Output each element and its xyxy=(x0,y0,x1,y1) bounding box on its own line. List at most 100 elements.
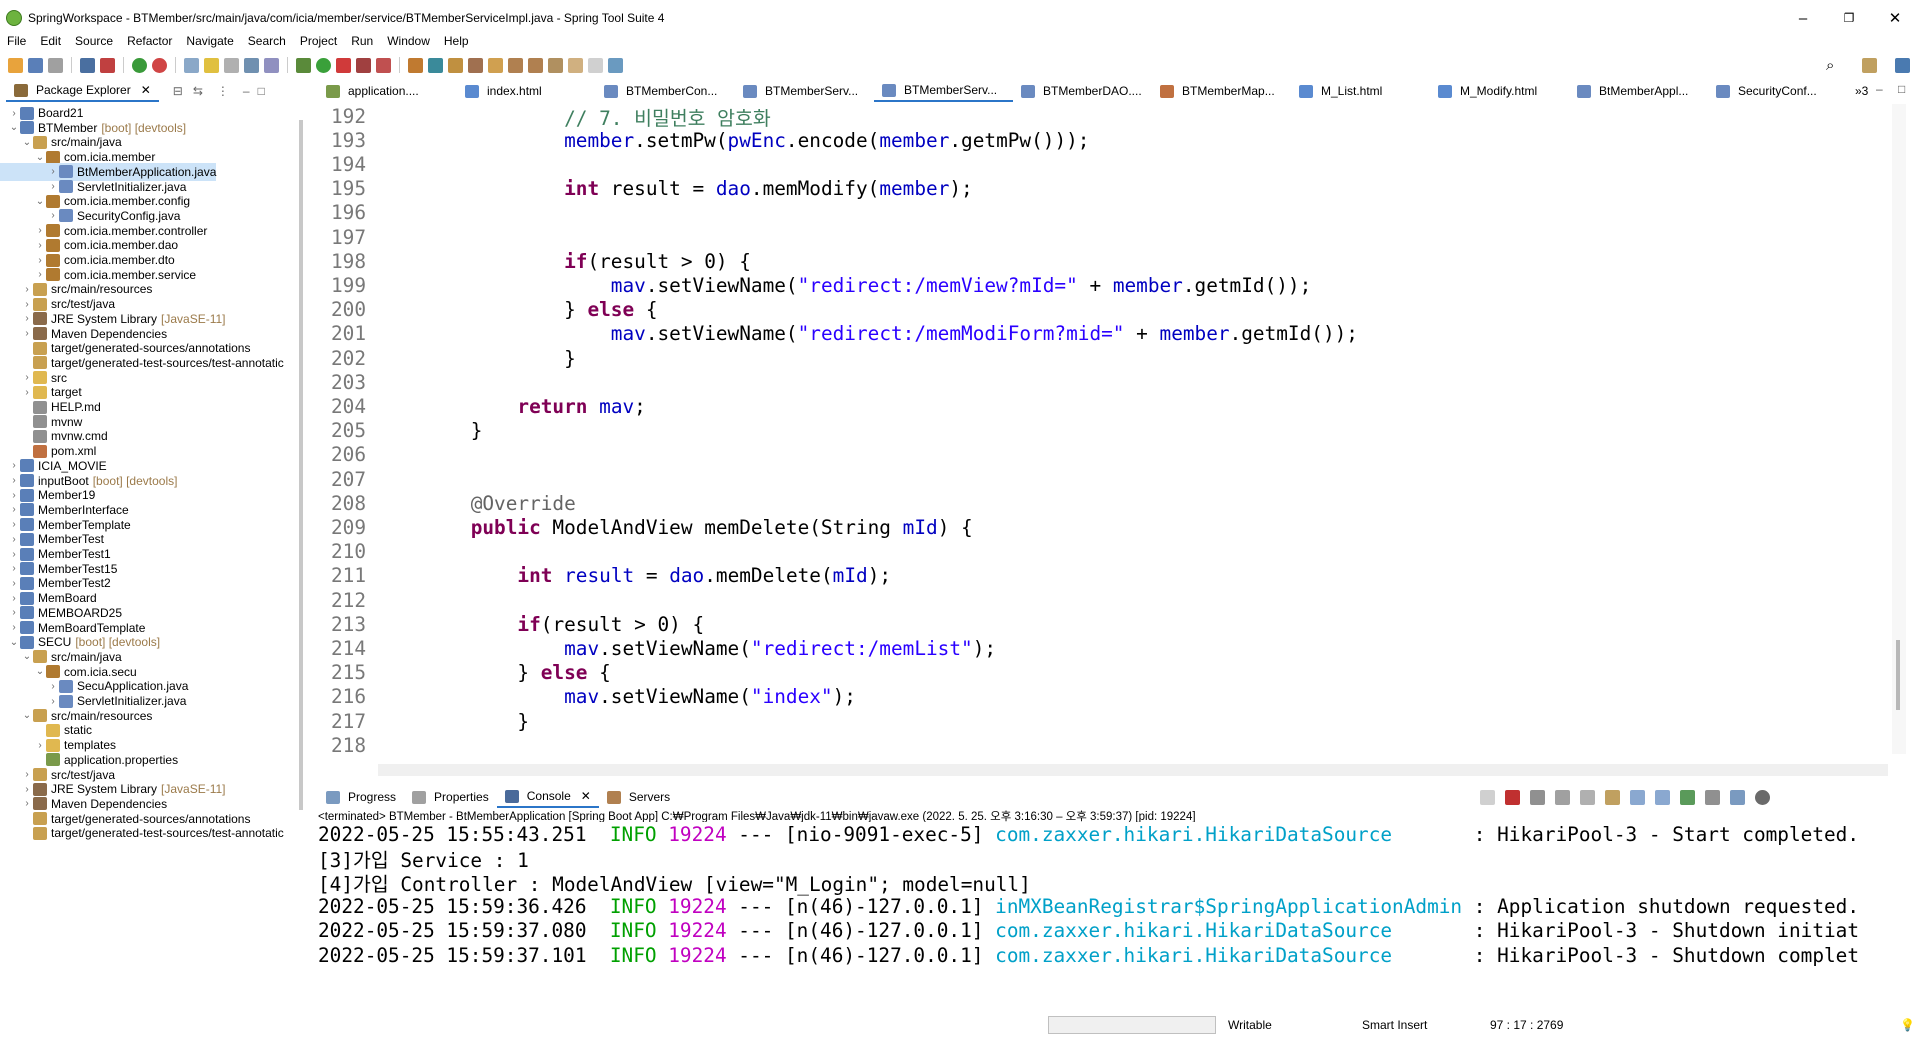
chevron-right-icon[interactable]: › xyxy=(8,490,20,501)
save-all-icon[interactable] xyxy=(48,57,63,73)
clear-console-icon[interactable] xyxy=(1555,790,1570,805)
save-icon[interactable] xyxy=(28,57,43,73)
chevron-right-icon[interactable]: › xyxy=(21,313,33,324)
chevron-right-icon[interactable]: › xyxy=(34,269,46,280)
word-wrap-console-icon[interactable] xyxy=(1605,790,1620,805)
chevron-right-icon[interactable]: › xyxy=(8,460,20,471)
chevron-right-icon[interactable]: › xyxy=(8,622,20,633)
menu-file[interactable]: File xyxy=(0,34,33,48)
chevron-right-icon[interactable]: › xyxy=(8,593,20,604)
editor-tab[interactable]: application.... xyxy=(318,80,457,102)
new-console-icon[interactable] xyxy=(1705,790,1720,805)
minimize-editor-icon[interactable]: – xyxy=(1876,82,1883,96)
menu-search[interactable]: Search xyxy=(241,34,293,48)
minimize-button[interactable]: – xyxy=(1780,6,1826,30)
relaunch-icon[interactable] xyxy=(152,57,167,73)
minimize-view-icon[interactable]: – xyxy=(243,84,250,98)
chevron-right-icon[interactable]: › xyxy=(21,372,33,383)
tab-console[interactable]: Console ✕ xyxy=(496,786,599,808)
chevron-down-icon[interactable]: ⌄ xyxy=(21,651,33,662)
chevron-right-icon[interactable]: › xyxy=(8,475,20,486)
new-class-icon[interactable] xyxy=(448,57,463,73)
menu-project[interactable]: Project xyxy=(293,34,344,48)
tab-package-explorer[interactable]: Package Explorer ✕ xyxy=(6,80,159,102)
package-explorer-scrollbar[interactable] xyxy=(299,120,303,810)
chevron-right-icon[interactable]: › xyxy=(21,798,33,809)
editor-horizontal-scrollbar[interactable] xyxy=(378,764,1888,776)
new-icon[interactable] xyxy=(8,57,23,73)
chevron-right-icon[interactable]: › xyxy=(34,255,46,266)
menu-edit[interactable]: Edit xyxy=(33,34,68,48)
close-button[interactable]: ✕ xyxy=(1872,6,1918,30)
editor-tab[interactable]: BTMemberMap... xyxy=(1152,80,1291,102)
last-edit-icon[interactable] xyxy=(548,57,563,73)
chevron-right-icon[interactable]: › xyxy=(34,740,46,751)
chevron-right-icon[interactable]: › xyxy=(21,299,33,310)
tree-item[interactable]: target/generated-test-sources/test-annot… xyxy=(0,824,284,842)
show-whitespace-icon[interactable] xyxy=(224,57,239,73)
new-package-icon[interactable] xyxy=(428,57,443,73)
chevron-right-icon[interactable]: › xyxy=(47,696,59,707)
code-editor[interactable]: 192 // 7. 비밀번호 암호화 193 member .setmPw(pwEn… xyxy=(318,104,1892,758)
link-editor-icon[interactable]: ⇆ xyxy=(193,84,203,98)
run-icon[interactable] xyxy=(316,57,331,73)
search-icon[interactable]: ⌕ xyxy=(1826,57,1834,74)
tab-properties[interactable]: Properties xyxy=(404,786,497,808)
editor-scroll-thumb[interactable] xyxy=(1896,640,1900,710)
chevron-right-icon[interactable]: › xyxy=(47,166,59,177)
chevron-right-icon[interactable]: › xyxy=(8,607,20,618)
collapse-all-icon[interactable]: ⊟ xyxy=(173,84,183,98)
chevron-right-icon[interactable]: › xyxy=(8,549,20,560)
chevron-right-icon[interactable]: › xyxy=(8,504,20,515)
chevron-right-icon[interactable]: › xyxy=(47,681,59,692)
spring-boot-dashboard-icon[interactable] xyxy=(132,57,147,73)
menu-window[interactable]: Window xyxy=(380,34,437,48)
terminate-icon[interactable] xyxy=(1505,790,1520,805)
back-icon[interactable] xyxy=(568,57,583,73)
chevron-right-icon[interactable]: › xyxy=(21,769,33,780)
pin-editor-icon[interactable] xyxy=(608,57,623,73)
skip-breakpoints-icon[interactable] xyxy=(100,57,115,73)
editor-tab[interactable]: M_Modify.html xyxy=(1430,80,1569,102)
chevron-right-icon[interactable]: › xyxy=(21,328,33,339)
debug-icon[interactable] xyxy=(296,57,311,73)
display-console-icon[interactable] xyxy=(1680,790,1695,805)
chevron-down-icon[interactable]: ⌄ xyxy=(8,122,20,133)
menu-source[interactable]: Source xyxy=(68,34,120,48)
settings-icon[interactable] xyxy=(1755,790,1770,805)
console-output[interactable]: 2022-05-25 15:55:43.251 INFO 19224 --- [… xyxy=(318,822,1908,990)
next-annotation-icon[interactable] xyxy=(508,57,523,73)
menu-navigate[interactable]: Navigate xyxy=(179,34,240,48)
search-tool-icon[interactable] xyxy=(488,57,503,73)
filter-icon[interactable]: ⋮ xyxy=(217,84,229,98)
tab-servers[interactable]: Servers xyxy=(599,786,678,808)
chevron-down-icon[interactable]: ⌄ xyxy=(34,196,46,207)
pin-console-icon[interactable] xyxy=(1480,790,1495,805)
editor-tab[interactable]: index.html xyxy=(457,80,596,102)
open-perspective-icon[interactable] xyxy=(1862,57,1877,73)
chevron-down-icon[interactable]: ⌄ xyxy=(8,637,20,648)
new-java-project-icon[interactable] xyxy=(408,57,423,73)
chevron-right-icon[interactable]: › xyxy=(47,181,59,192)
show-on-output-icon[interactable] xyxy=(1630,790,1645,805)
remove-launch-icon[interactable] xyxy=(1530,790,1545,805)
stop-icon[interactable] xyxy=(356,57,371,73)
maximize-editor-icon[interactable]: □ xyxy=(1898,82,1905,96)
terminal-icon[interactable] xyxy=(80,57,95,73)
chevron-right-icon[interactable]: › xyxy=(8,563,20,574)
maximize-view-icon[interactable]: □ xyxy=(258,84,265,98)
close-icon[interactable]: ✕ xyxy=(581,789,591,803)
chevron-right-icon[interactable]: › xyxy=(34,225,46,236)
chevron-right-icon[interactable]: › xyxy=(21,784,33,795)
maximize-button[interactable]: ❐ xyxy=(1826,6,1872,30)
editor-tab[interactable]: SecurityConf... xyxy=(1708,80,1847,102)
editor-tab[interactable]: M_List.html xyxy=(1291,80,1430,102)
word-wrap-icon[interactable] xyxy=(264,57,279,73)
tab-progress[interactable]: Progress xyxy=(318,786,404,808)
tip-icon[interactable]: 💡 xyxy=(1900,1018,1915,1032)
scroll-lock-icon[interactable] xyxy=(1580,790,1595,805)
block-select-icon[interactable] xyxy=(244,57,259,73)
editor-tab[interactable]: BTMemberServ... xyxy=(874,80,1013,102)
forward-icon[interactable] xyxy=(588,57,603,73)
editor-tab[interactable]: BTMemberCon... xyxy=(596,80,735,102)
